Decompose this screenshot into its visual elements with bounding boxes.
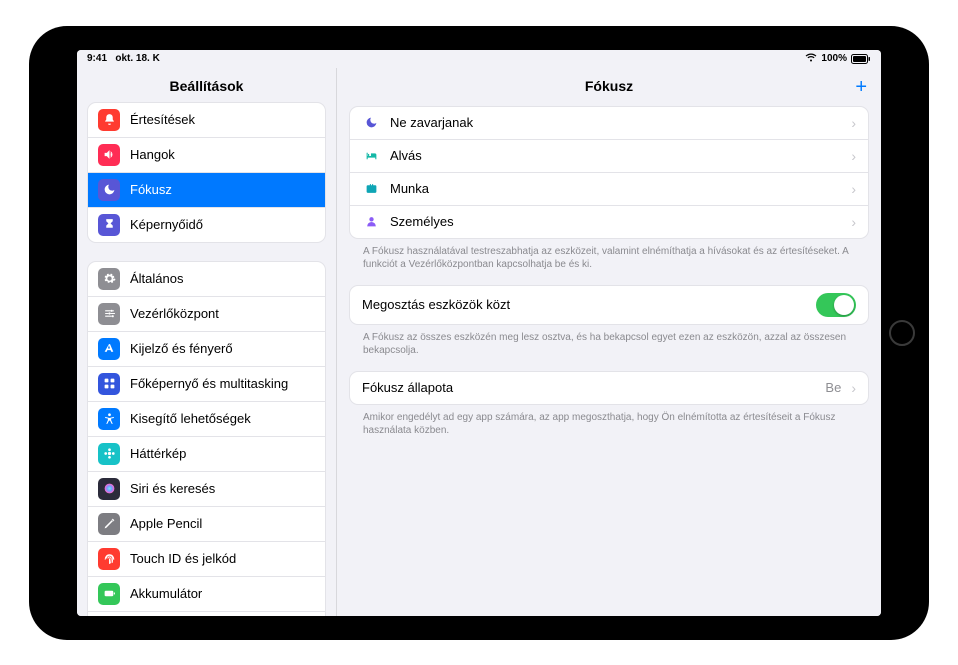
detail-title: Fókusz xyxy=(585,78,633,94)
share-across-devices-row[interactable]: Megosztás eszközök közt xyxy=(350,286,868,324)
sidebar-group-2: Általános Vezérlőközpont Kijelző és fényer… xyxy=(87,261,326,616)
siri-icon xyxy=(98,478,120,500)
chevron-right-icon: › xyxy=(851,380,856,396)
textsize-icon xyxy=(98,338,120,360)
sidebar-item-label: Háttérkép xyxy=(130,446,315,461)
status-bar: 9:41 okt. 18. K 100% xyxy=(77,50,881,68)
sidebar-item[interactable]: Vezérlőközpont xyxy=(88,297,325,332)
battery-icon xyxy=(98,583,120,605)
chevron-right-icon: › xyxy=(851,148,856,164)
sidebar-item[interactable]: Háttérkép xyxy=(88,437,325,472)
sliders-icon xyxy=(98,303,120,325)
share-group: Megosztás eszközök közt xyxy=(349,285,869,325)
sidebar-item[interactable]: Fókusz xyxy=(88,173,325,208)
fingerprint-icon xyxy=(98,548,120,570)
status-time: 9:41 xyxy=(87,53,107,64)
share-toggle[interactable] xyxy=(816,293,856,317)
sidebar-item[interactable]: Főképernyő és multitasking xyxy=(88,367,325,402)
focus-mode-label: Munka xyxy=(390,181,841,196)
focus-mode-label: Alvás xyxy=(390,148,841,163)
status-date: okt. 18. K xyxy=(115,53,159,64)
sidebar-item-label: Vezérlőközpont xyxy=(130,306,315,321)
share-label: Megosztás eszközök közt xyxy=(362,297,806,312)
sidebar-item[interactable]: Kijelző és fényerő xyxy=(88,332,325,367)
sidebar-title: Beállítások xyxy=(77,68,336,102)
sidebar-item-label: Hangok xyxy=(130,147,315,162)
settings-sidebar: Beállítások Értesítések Hangok Fókusz Képer… xyxy=(77,68,337,616)
person-icon xyxy=(362,213,380,231)
wifi-icon xyxy=(805,53,817,65)
focus-mode-label: Ne zavarjanak xyxy=(390,115,841,130)
sidebar-item-label: Siri és keresés xyxy=(130,481,315,496)
detail-pane: Fókusz + Ne zavarjanak›Alvás›Munka›Szemé… xyxy=(337,68,881,616)
sidebar-item-label: Főképernyő és multitasking xyxy=(130,376,315,391)
sidebar-item[interactable]: Siri és keresés xyxy=(88,472,325,507)
chevron-right-icon: › xyxy=(851,214,856,230)
sidebar-item[interactable]: Értesítések xyxy=(88,103,325,138)
chevron-right-icon: › xyxy=(851,181,856,197)
focus-status-value: Be xyxy=(825,380,841,395)
flower-icon xyxy=(98,443,120,465)
focus-mode-row[interactable]: Személyes › xyxy=(350,206,868,238)
sidebar-item-label: Fókusz xyxy=(130,182,315,197)
focus-status-label: Fókusz állapota xyxy=(362,380,815,395)
focus-modes-footer: A Fókusz használatával testreszabhatja a… xyxy=(349,239,869,285)
sidebar-item[interactable]: Általános xyxy=(88,262,325,297)
sidebar-item[interactable]: Touch ID és jelkód xyxy=(88,542,325,577)
bed-icon xyxy=(362,147,380,165)
bell-icon xyxy=(98,109,120,131)
sidebar-item-label: Általános xyxy=(130,271,315,286)
focus-status-footer: Amikor engedélyt ad egy app számára, az … xyxy=(349,405,869,451)
hourglass-icon xyxy=(98,214,120,236)
focus-status-row[interactable]: Fókusz állapota Be › xyxy=(350,372,868,404)
sidebar-item-label: Kijelző és fényerő xyxy=(130,341,315,356)
focus-modes-group: Ne zavarjanak › Alvás › Munka › Személyes › xyxy=(349,106,869,239)
sidebar-item-label: Értesítések xyxy=(130,112,315,127)
focus-mode-row[interactable]: Ne zavarjanak › xyxy=(350,107,868,140)
apps-icon xyxy=(98,373,120,395)
sidebar-item-label: Képernyőidő xyxy=(130,217,315,232)
focus-mode-row[interactable]: Alvás › xyxy=(350,140,868,173)
battery-percent: 100% xyxy=(821,53,847,64)
sidebar-item[interactable]: Adatvédelem és biztonság xyxy=(88,612,325,616)
moon-icon xyxy=(98,179,120,201)
pencil-icon xyxy=(98,513,120,535)
gear-icon xyxy=(98,268,120,290)
sidebar-item-label: Touch ID és jelkód xyxy=(130,551,315,566)
share-footer: A Fókusz az összes eszközén meg lesz osz… xyxy=(349,325,869,371)
speaker-icon xyxy=(98,144,120,166)
briefcase-icon xyxy=(362,180,380,198)
sidebar-item[interactable]: Képernyőidő xyxy=(88,208,325,242)
home-button[interactable] xyxy=(889,320,915,346)
focus-status-group: Fókusz állapota Be › xyxy=(349,371,869,405)
battery-icon xyxy=(851,54,871,64)
sidebar-item[interactable]: Kisegítő lehetőségek xyxy=(88,402,325,437)
add-focus-button[interactable]: + xyxy=(855,76,867,99)
moon-icon xyxy=(362,114,380,132)
sidebar-item[interactable]: Hangok xyxy=(88,138,325,173)
ipad-frame: 9:41 okt. 18. K 100% Beállítások Ért xyxy=(29,26,929,640)
sidebar-item[interactable]: Akkumulátor xyxy=(88,577,325,612)
sidebar-item-label: Kisegítő lehetőségek xyxy=(130,411,315,426)
sidebar-item-label: Akkumulátor xyxy=(130,586,315,601)
chevron-right-icon: › xyxy=(851,115,856,131)
sidebar-group-1: Értesítések Hangok Fókusz Képernyőidő xyxy=(87,102,326,243)
focus-mode-row[interactable]: Munka › xyxy=(350,173,868,206)
screen: 9:41 okt. 18. K 100% Beállítások Ért xyxy=(77,50,881,616)
focus-mode-label: Személyes xyxy=(390,214,841,229)
accessibility-icon xyxy=(98,408,120,430)
sidebar-item-label: Apple Pencil xyxy=(130,516,315,531)
sidebar-item[interactable]: Apple Pencil xyxy=(88,507,325,542)
